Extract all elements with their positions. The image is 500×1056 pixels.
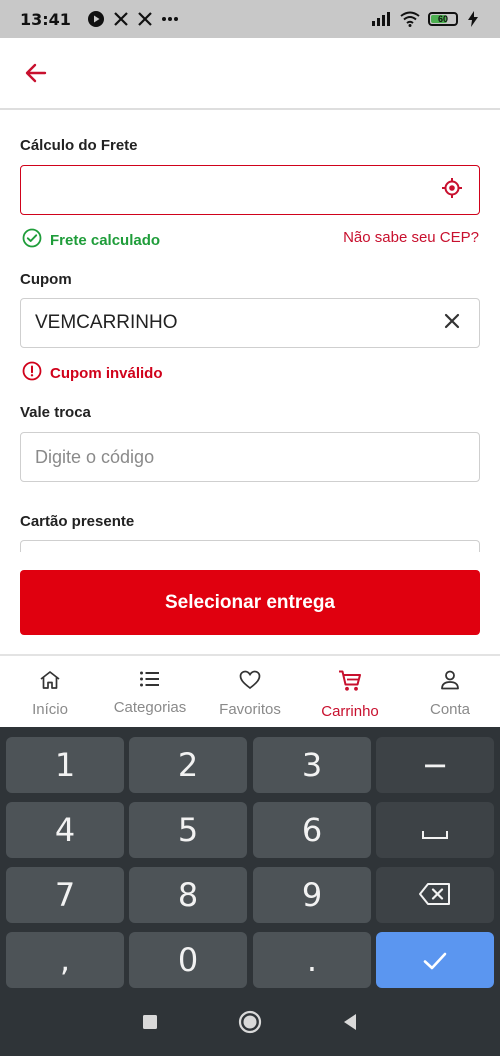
square-icon (142, 1014, 158, 1034)
more-icon (161, 16, 179, 22)
exchange-voucher-placeholder: Digite o código (35, 446, 155, 467)
clear-coupon-button[interactable] (439, 310, 465, 336)
coupon-input[interactable]: VEMCARRINHO (20, 298, 480, 348)
battery-icon: 60 (428, 12, 458, 26)
youtube-icon (87, 10, 105, 28)
status-time: 13:41 (20, 9, 71, 29)
key-7[interactable]: 7 (6, 867, 124, 923)
select-delivery-button[interactable]: Selecionar entrega (20, 570, 480, 635)
close-icon (444, 313, 460, 334)
key-confirm[interactable] (376, 932, 494, 988)
nav-item-categorias[interactable]: Categorias (100, 656, 200, 727)
shipping-status: Frete calculado (22, 228, 160, 252)
nav-label: Favoritos (219, 701, 281, 718)
locate-icon (441, 177, 463, 204)
check-icon (422, 941, 448, 979)
nav-label: Início (32, 701, 68, 718)
key-minus[interactable]: − (376, 737, 494, 793)
app-header (0, 38, 500, 110)
shipping-label: Cálculo do Frete (20, 137, 138, 154)
circle-icon (238, 1010, 262, 1038)
signal-icon (372, 12, 392, 26)
nav-label: Categorias (113, 699, 187, 716)
x-icon (113, 11, 129, 27)
list-icon (139, 670, 161, 693)
key-9[interactable]: 9 (253, 867, 371, 923)
battery-level: 60 (437, 14, 448, 24)
recents-button[interactable] (142, 1014, 158, 1035)
heart-icon (239, 670, 261, 695)
key-0[interactable]: 0 (129, 932, 247, 988)
user-icon (439, 670, 461, 695)
key-comma[interactable]: , (6, 932, 124, 988)
nav-item-inicio[interactable]: Início (0, 656, 100, 727)
key-period[interactable]: . (253, 932, 371, 988)
exchange-voucher-input[interactable]: Digite o código (20, 432, 480, 482)
cep-input[interactable] (20, 165, 480, 215)
shipping-status-text: Frete calculado (50, 231, 161, 249)
status-bar: 13:41 60 (0, 0, 500, 38)
wifi-icon (400, 11, 420, 27)
cart-icon (338, 670, 362, 697)
bottom-nav: Início Categorias Favoritos Carrinho Con… (0, 654, 500, 727)
key-1[interactable]: 1 (6, 737, 124, 793)
exchange-voucher-label: Vale troca (20, 404, 91, 421)
back-nav-button[interactable] (342, 1013, 358, 1036)
system-nav-bar (0, 992, 500, 1056)
charging-icon (466, 11, 480, 27)
coupon-label: Cupom (20, 271, 72, 288)
coupon-error: Cupom inválido (22, 361, 163, 385)
nav-item-carrinho[interactable]: Carrinho (300, 656, 400, 727)
nav-item-favoritos[interactable]: Favoritos (200, 656, 300, 727)
home-icon (39, 670, 61, 695)
key-2[interactable]: 2 (129, 737, 247, 793)
locate-button[interactable] (439, 177, 465, 203)
arrow-left-icon (25, 63, 47, 88)
triangle-back-icon (342, 1013, 358, 1035)
numeric-keyboard: 1 2 3 − 4 5 6 7 8 9 , 0 . (0, 727, 500, 992)
coupon-input-value: VEMCARRINHO (35, 312, 178, 333)
key-3[interactable]: 3 (253, 737, 371, 793)
check-circle-icon (22, 228, 42, 252)
alert-circle-icon (22, 361, 42, 385)
key-4[interactable]: 4 (6, 802, 124, 858)
space-icon (421, 811, 449, 849)
key-space[interactable] (376, 802, 494, 858)
coupon-error-text: Cupom inválido (50, 364, 163, 382)
key-6[interactable]: 6 (253, 802, 371, 858)
backspace-icon (418, 876, 452, 914)
gift-card-input[interactable] (20, 540, 480, 552)
key-5[interactable]: 5 (129, 802, 247, 858)
key-8[interactable]: 8 (129, 867, 247, 923)
find-cep-link[interactable]: Não sabe seu CEP? (343, 229, 479, 246)
nav-label: Carrinho (321, 703, 379, 720)
nav-item-conta[interactable]: Conta (400, 656, 500, 727)
nav-label: Conta (429, 701, 471, 718)
x-icon (137, 11, 153, 27)
key-backspace[interactable] (376, 867, 494, 923)
home-button[interactable] (238, 1010, 262, 1039)
back-button[interactable] (18, 60, 54, 90)
gift-card-label: Cartão presente (20, 513, 135, 530)
